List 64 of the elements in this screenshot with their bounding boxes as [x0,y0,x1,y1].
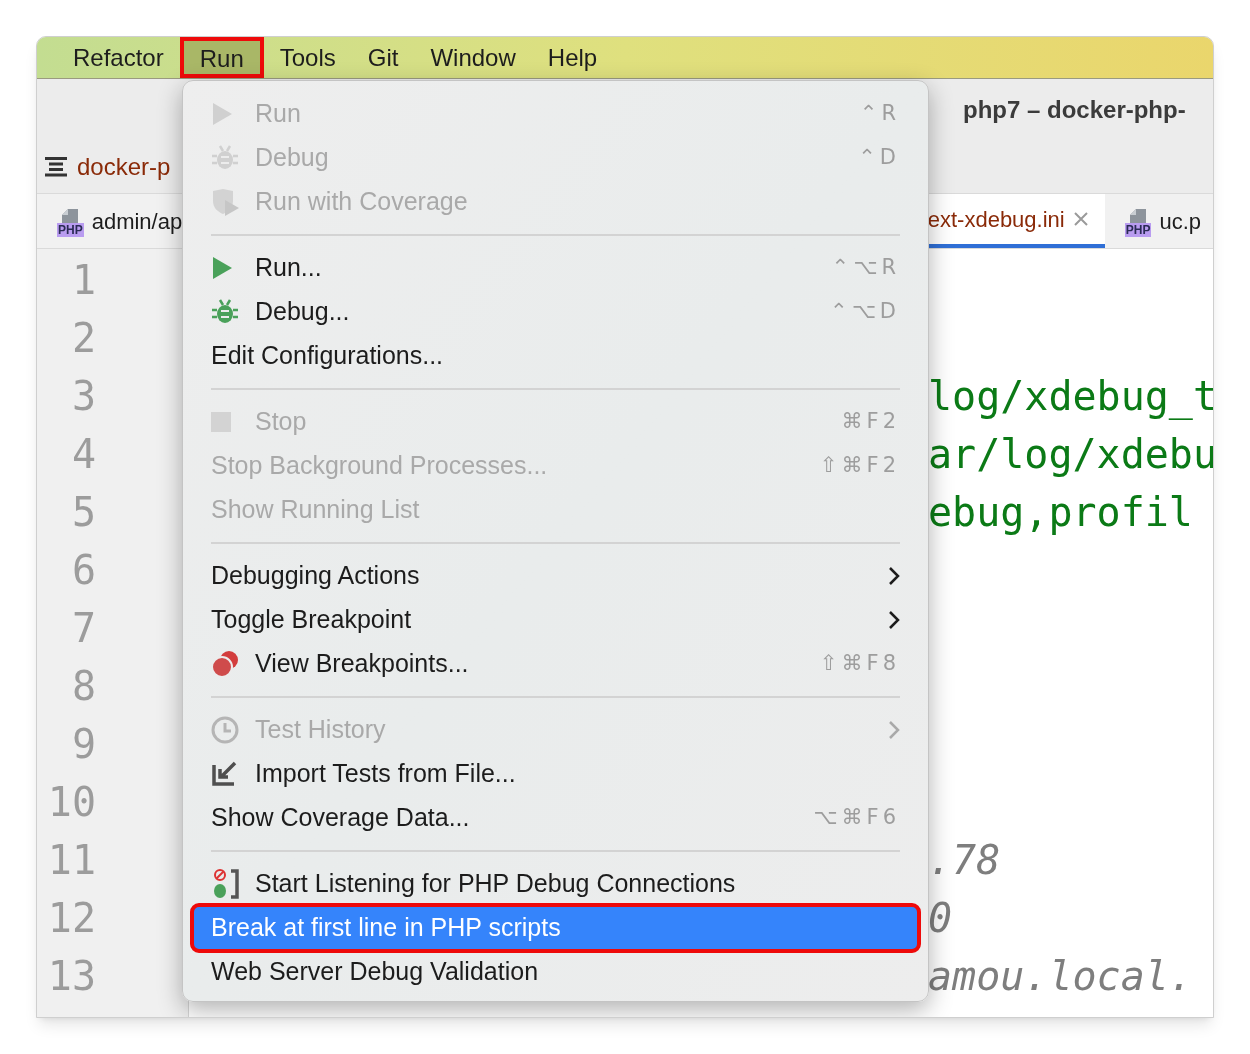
code-text: ebug,profil [928,488,1193,537]
line-number: 2 [71,314,96,363]
code-text: ar/log/xdebu [928,430,1213,479]
menu-item[interactable]: Debug... ⌃⌥D [193,290,918,334]
close-icon[interactable] [1072,211,1089,227]
line-number: 13 [47,952,96,1001]
file-icon [60,209,81,223]
editor-tab[interactable]: PHP uc.p [1104,194,1213,248]
line-number: 5 [71,488,96,537]
line-number: 1 [71,256,96,305]
line-number: 8 [71,662,96,711]
shortcut-label: ⌘F2 [841,408,900,436]
menu-bar-item[interactable]: Run [179,37,264,78]
code-text: amou.local. [928,952,1193,1001]
menu-item[interactable]: Run... ⌃⌥R [193,246,918,290]
line-number: 11 [47,836,96,885]
menu-item[interactable]: Import Tests from File... [193,752,918,796]
file-icon [1128,209,1149,223]
clock-icon [211,716,239,744]
menu-item[interactable]: View Breakpoints... ⇧⌘F8 [193,642,918,686]
breakpoints-icon [211,650,239,678]
menu-bar-item[interactable]: Help [531,37,614,78]
php-badge: PHP [1124,223,1152,237]
shortcut-label: ⌃⌥D [830,298,900,326]
shortcut-label: ⇧⌘F8 [819,650,900,678]
code-text: .78 [928,836,1001,885]
line-number: 6 [71,546,96,595]
line-number: 9 [71,720,96,769]
stop-icon [211,412,231,432]
bug-icon [211,298,239,326]
line-number: 3 [71,372,96,421]
menu-item[interactable]: Break at first line in PHP scripts [193,906,918,950]
shortcut-label: ⇧⌘F2 [819,452,900,480]
menu-item[interactable]: Toggle Breakpoint [193,598,918,642]
import-arrow-icon [211,761,237,787]
line-number: 12 [47,894,96,943]
shortcut-label: ⌃R [859,100,900,128]
stack-icon [45,157,67,177]
bug-icon [211,144,239,172]
play-icon [211,102,233,126]
editor-tab[interactable]: ext-xdebug.ini [927,194,1105,248]
line-number: 7 [71,604,96,653]
menu-item[interactable]: Debugging Actions [193,554,918,598]
debug-listen-icon [211,869,241,899]
menu-bar-item[interactable]: Tools [263,37,352,78]
shortcut-label: ⌥⌘F6 [813,804,900,832]
code-text: log/xdebug_t [928,372,1213,422]
shortcut-label: ⌃D [858,144,900,172]
code-text: 0 [928,894,953,943]
menu-item[interactable]: Show Coverage Data... ⌥⌘F6 [193,796,918,840]
menu-bar-item[interactable]: Git [351,37,415,78]
shield-play-icon [211,188,241,216]
window-title: php7 – docker-php- [963,95,1186,125]
play-icon [211,256,233,280]
menu-item[interactable]: Start Listening for PHP Debug Connections [193,862,918,906]
breadcrumb[interactable]: docker-p [77,149,171,185]
menu-bar-item[interactable]: Window [414,37,532,78]
shortcut-label: ⌃⌥R [831,254,900,282]
menu-item[interactable]: Edit Configurations... [193,334,918,378]
line-number: 10 [47,778,96,827]
menu-bar-item[interactable]: Refactor [57,37,180,78]
menu-item[interactable]: Web Server Debug Validation [193,950,918,994]
line-number: 4 [71,430,96,479]
php-badge: PHP [57,223,84,237]
